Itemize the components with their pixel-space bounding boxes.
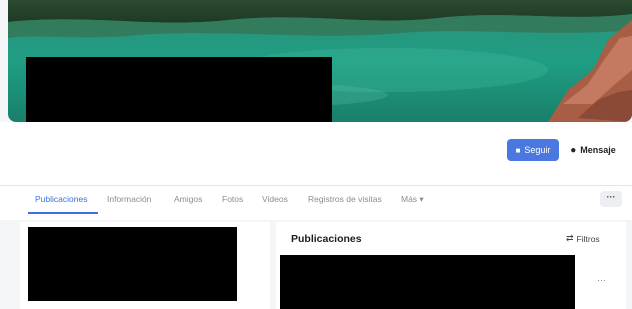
- post-options-button[interactable]: ···: [597, 275, 606, 285]
- profile-tabs-nav: Publicaciones Información Amigos Fotos V…: [0, 185, 632, 218]
- redacted-intro-block: [28, 227, 237, 301]
- messenger-icon: ●: [570, 144, 577, 156]
- filters-label: Filtros: [576, 233, 600, 244]
- tab-fotos[interactable]: Fotos: [222, 194, 243, 204]
- tab-amigos[interactable]: Amigos: [174, 194, 202, 204]
- tab-videos[interactable]: Videos: [262, 194, 288, 204]
- tab-informacion[interactable]: Información: [107, 194, 151, 204]
- tab-registros-de-visitas[interactable]: Registros de visitas: [308, 194, 382, 204]
- filters-button[interactable]: ⇄ Filtros: [566, 233, 600, 244]
- filters-icon: ⇄: [566, 233, 574, 243]
- redacted-post-block: [280, 255, 575, 309]
- tab-mas[interactable]: Más ▾: [401, 194, 424, 205]
- tab-publicaciones[interactable]: Publicaciones: [35, 194, 87, 204]
- more-options-button[interactable]: ···: [600, 191, 622, 207]
- follow-icon: ■: [515, 145, 521, 155]
- active-tab-indicator: [28, 212, 98, 214]
- message-button[interactable]: ● Mensaje: [564, 139, 622, 161]
- follow-label: Seguir: [524, 145, 551, 155]
- message-label: Mensaje: [580, 145, 616, 155]
- posts-title: Publicaciones: [291, 233, 362, 245]
- follow-button[interactable]: ■ Seguir: [507, 139, 559, 161]
